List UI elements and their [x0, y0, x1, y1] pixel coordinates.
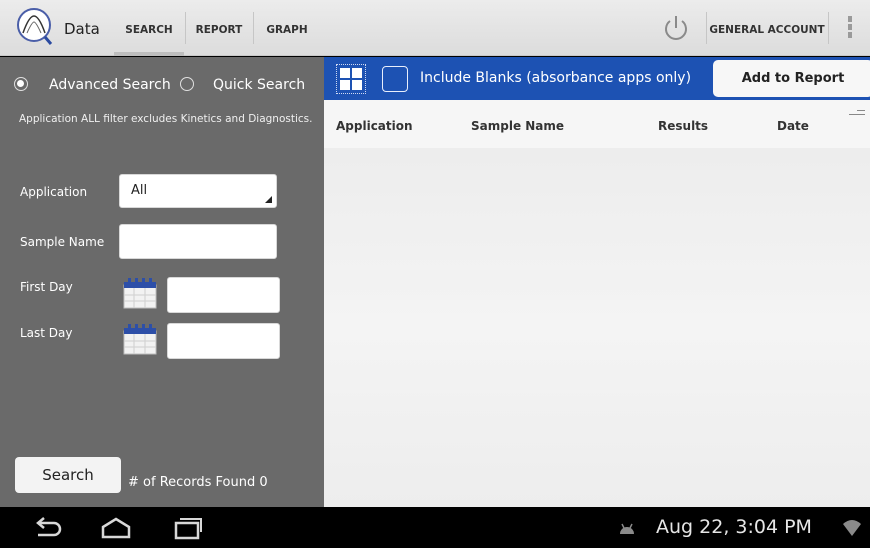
app-logo-icon[interactable] — [14, 6, 54, 46]
search-button[interactable]: Search — [15, 457, 121, 493]
sample-name-input[interactable] — [119, 224, 277, 259]
sort-icon[interactable] — [849, 110, 865, 120]
tab-graph[interactable]: GRAPH — [254, 0, 320, 56]
last-day-label: Last Day — [20, 326, 73, 340]
last-day-input[interactable] — [167, 323, 280, 359]
application-label: Application — [20, 185, 88, 199]
tab-report[interactable]: REPORT — [186, 0, 252, 56]
dropdown-arrow-icon — [265, 196, 272, 203]
first-day-input[interactable] — [167, 277, 280, 313]
include-blanks-label: Include Blanks (absorbance apps only) — [420, 70, 692, 86]
include-blanks-checkbox[interactable] — [382, 66, 408, 92]
records-found-count: 0 — [259, 475, 268, 490]
results-toolbar: Include Blanks (absorbance apps only) Ad… — [324, 57, 870, 100]
home-icon[interactable] — [100, 515, 132, 541]
select-all-grid-icon[interactable] — [336, 64, 366, 94]
column-application[interactable]: Application — [336, 119, 413, 133]
action-bar: Data SEARCH REPORT GRAPH GENERAL ACCOUNT — [0, 0, 870, 56]
search-panel: Advanced Search Quick Search Application… — [0, 57, 324, 507]
advanced-search-label: Advanced Search — [49, 77, 171, 93]
account-button[interactable]: GENERAL ACCOUNT — [708, 0, 826, 56]
last-day-calendar-icon[interactable] — [123, 323, 157, 355]
column-sample-name[interactable]: Sample Name — [471, 119, 564, 133]
column-date[interactable]: Date — [777, 119, 809, 133]
filter-note: Application ALL filter excludes Kinetics… — [19, 113, 313, 125]
quick-search-label: Quick Search — [213, 77, 306, 93]
application-value: All — [131, 183, 148, 198]
wifi-signal-icon — [843, 520, 861, 536]
radio-unselected-icon[interactable] — [180, 77, 194, 91]
overflow-menu-icon[interactable] — [844, 16, 856, 42]
application-dropdown[interactable]: All — [119, 174, 277, 208]
results-panel: Include Blanks (absorbance apps only) Ad… — [324, 57, 870, 507]
power-icon[interactable] — [660, 12, 692, 44]
tab-search[interactable]: SEARCH — [114, 0, 184, 56]
divider — [828, 12, 829, 44]
column-results[interactable]: Results — [658, 119, 708, 133]
system-navigation-bar: Aug 22, 3:04 PM — [0, 507, 870, 548]
add-to-report-button[interactable]: Add to Report — [713, 60, 870, 97]
results-table-header: Application Sample Name Results Date — [324, 100, 870, 148]
divider — [706, 12, 707, 44]
first-day-label: First Day — [20, 280, 73, 294]
records-found-label: # of Records Found — [128, 475, 256, 490]
back-icon[interactable] — [32, 515, 64, 541]
status-clock: Aug 22, 3:04 PM — [656, 516, 812, 538]
records-found: # of Records Found 0 — [128, 475, 268, 490]
first-day-calendar-icon[interactable] — [123, 277, 157, 309]
sample-name-label: Sample Name — [20, 235, 105, 249]
android-debug-icon — [620, 523, 634, 534]
app-title: Data — [64, 20, 100, 38]
radio-selected-icon[interactable] — [14, 77, 28, 91]
recent-apps-icon[interactable] — [172, 515, 204, 541]
